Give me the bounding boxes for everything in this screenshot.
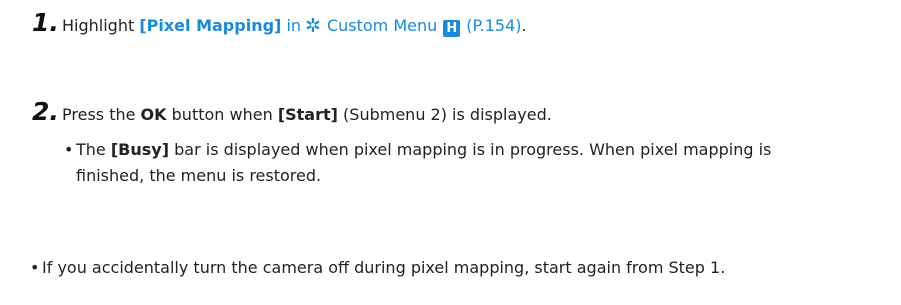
step-number: 2. [32, 97, 59, 126]
custom-menu-link[interactable]: Custom Menu [327, 16, 437, 35]
step-2: 2. Press the OK button when [Start] (Sub… [32, 99, 552, 124]
bullet-dot: • [64, 140, 74, 159]
custom-menu-h-icon: H [443, 20, 461, 37]
bullet-line-1-rest: bar is displayed when pixel mapping is i… [174, 140, 772, 159]
page-reference-link[interactable]: (P.154) [466, 16, 521, 35]
step-1-period: . [521, 16, 527, 35]
in-text: in [286, 16, 302, 35]
step-number: 1. [32, 8, 59, 37]
bullet-line-1: • The [Busy] bar is displayed when pixel … [64, 137, 874, 163]
busy-bar-bullet: • The [Busy] bar is displayed when pixel … [64, 137, 874, 189]
ok-button-label: OK [140, 105, 167, 124]
step-1-text: Highlight [Pixel Mapping] in ✲ Custom Menu… [62, 15, 527, 37]
pixel-mapping-link[interactable]: [Pixel Mapping] [139, 16, 281, 35]
bullet-dot: • [30, 258, 40, 277]
busy-label: [Busy] [110, 140, 170, 159]
bullet-line-2: finished, the menu is restored. [76, 166, 322, 185]
note-text: If you accidentally turn the camera off … [42, 258, 726, 277]
step-1-intro: Highlight [62, 16, 135, 35]
start-label: [Start] [277, 105, 338, 124]
step-2-mid: button when [171, 105, 273, 124]
step-2-rest: (Submenu 2) is displayed. [343, 105, 552, 124]
step-1: 1. Highlight [Pixel Mapping] in ✲ Custom M… [32, 8, 527, 37]
bullet-intro: The [76, 140, 106, 159]
note-bullet: • If you accidentally turn the camera off… [30, 255, 890, 281]
step-2-intro: Press the [62, 105, 136, 124]
gear-icon: ✲ [305, 15, 321, 37]
step-2-text: Press the OK button when [Start] (Submen… [62, 107, 552, 123]
